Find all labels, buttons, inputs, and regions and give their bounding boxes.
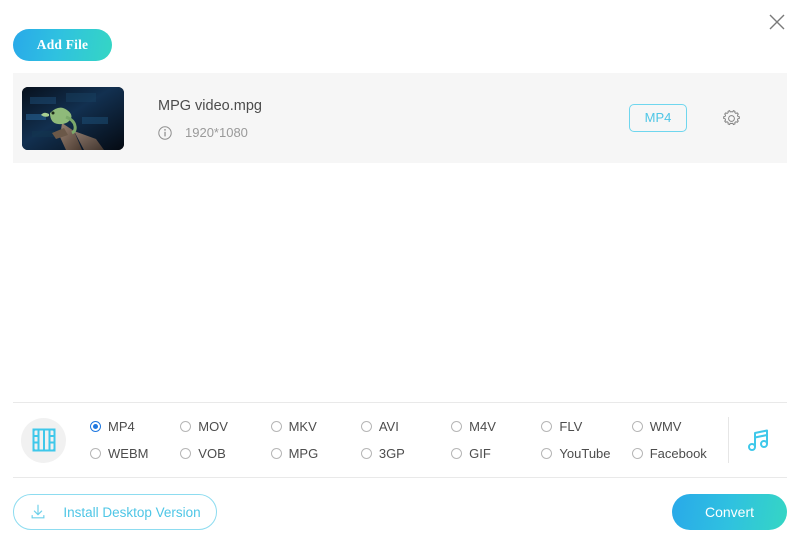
radio-gif[interactable] — [451, 448, 462, 459]
format-label: MP4 — [108, 419, 135, 434]
radio-mov[interactable] — [180, 421, 191, 432]
radio-flv[interactable] — [541, 421, 552, 432]
add-file-button[interactable]: Add File — [13, 29, 112, 61]
format-label: AVI — [379, 419, 399, 434]
format-option-mov[interactable]: MOV — [180, 413, 270, 440]
install-label: Install Desktop Version — [63, 505, 200, 520]
format-option-avi[interactable]: AVI — [361, 413, 451, 440]
film-strip-icon[interactable] — [21, 418, 66, 463]
radio-avi[interactable] — [361, 421, 372, 432]
format-label: YouTube — [559, 446, 610, 461]
format-option-youtube[interactable]: YouTube — [541, 440, 631, 467]
download-icon — [29, 503, 47, 521]
format-option-facebook[interactable]: Facebook — [632, 440, 722, 467]
format-option-3gp[interactable]: 3GP — [361, 440, 451, 467]
format-option-mkv[interactable]: MKV — [271, 413, 361, 440]
format-label: M4V — [469, 419, 496, 434]
convert-button[interactable]: Convert — [672, 494, 787, 530]
target-format-badge[interactable]: MP4 — [629, 104, 687, 132]
radio-youtube[interactable] — [541, 448, 552, 459]
format-option-mpg[interactable]: MPG — [271, 440, 361, 467]
format-option-webm[interactable]: WEBM — [90, 440, 180, 467]
radio-wmv[interactable] — [632, 421, 643, 432]
file-resolution: 1920*1080 — [185, 125, 248, 140]
file-list: MPG video.mpg 1920*1080 MP4 — [13, 73, 787, 163]
music-note-icon[interactable] — [729, 427, 787, 453]
format-label: WMV — [650, 419, 682, 434]
format-label: MOV — [198, 419, 228, 434]
radio-3gp[interactable] — [361, 448, 372, 459]
format-option-vob[interactable]: VOB — [180, 440, 270, 467]
format-label: FLV — [559, 419, 582, 434]
format-label: WEBM — [108, 446, 148, 461]
video-converter-window: Add File — [0, 0, 800, 537]
format-label: MPG — [289, 446, 319, 461]
format-options-grid: MP4 MOV MKV AVI M4V FLV — [90, 413, 722, 467]
format-picker: MP4 MOV MKV AVI M4V FLV — [13, 402, 787, 478]
radio-webm[interactable] — [90, 448, 101, 459]
format-option-flv[interactable]: FLV — [541, 413, 631, 440]
close-icon[interactable] — [760, 5, 794, 39]
format-label: MKV — [289, 419, 317, 434]
file-info: MPG video.mpg 1920*1080 — [158, 96, 629, 140]
radio-mpg[interactable] — [271, 448, 282, 459]
format-label: GIF — [469, 446, 491, 461]
radio-mkv[interactable] — [271, 421, 282, 432]
format-label: Facebook — [650, 446, 707, 461]
format-label: VOB — [198, 446, 225, 461]
format-option-m4v[interactable]: M4V — [451, 413, 541, 440]
gear-icon[interactable] — [720, 107, 742, 129]
file-row-actions: MP4 — [629, 104, 787, 132]
file-subinfo: 1920*1080 — [158, 125, 629, 140]
info-icon[interactable] — [158, 126, 172, 140]
file-name: MPG video.mpg — [158, 96, 629, 116]
file-row[interactable]: MPG video.mpg 1920*1080 MP4 — [13, 73, 787, 163]
install-desktop-version-button[interactable]: Install Desktop Version — [13, 494, 217, 530]
radio-facebook[interactable] — [632, 448, 643, 459]
format-label: 3GP — [379, 446, 405, 461]
radio-mp4[interactable] — [90, 421, 101, 432]
radio-vob[interactable] — [180, 448, 191, 459]
radio-m4v[interactable] — [451, 421, 462, 432]
video-thumbnail[interactable] — [22, 87, 124, 150]
format-option-wmv[interactable]: WMV — [632, 413, 722, 440]
format-option-gif[interactable]: GIF — [451, 440, 541, 467]
format-option-mp4[interactable]: MP4 — [90, 413, 180, 440]
